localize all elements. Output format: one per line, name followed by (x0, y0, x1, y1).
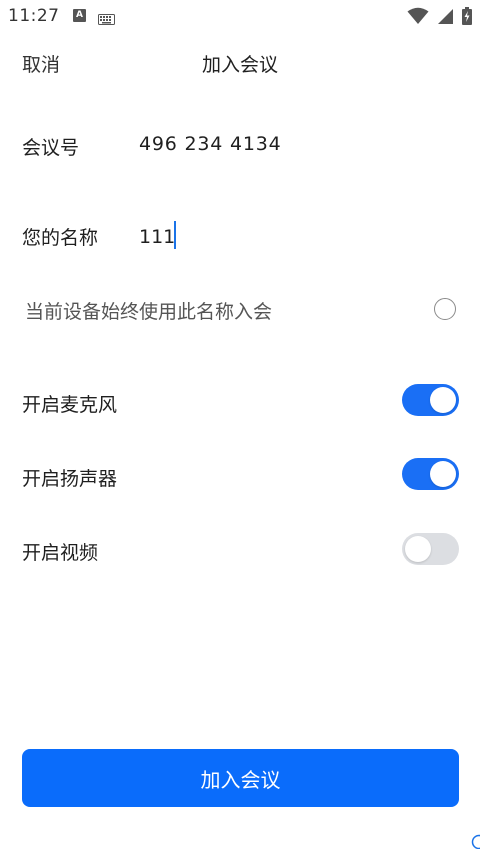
signal-icon (437, 8, 454, 29)
meeting-id-value: 496 234 4134 (139, 133, 282, 155)
option-label-speaker: 开启扬声器 (22, 468, 118, 490)
speaker-toggle[interactable] (402, 458, 459, 490)
accessibility-icon (470, 833, 480, 849)
meeting-id-label: 会议号 (22, 137, 80, 159)
keyboard-icon (98, 10, 115, 29)
text-cursor (174, 221, 176, 249)
wifi-icon (407, 7, 429, 29)
battery-icon (462, 7, 472, 29)
header: 取消 加入会议 (0, 40, 480, 84)
status-time: 11:27 (8, 6, 60, 26)
video-toggle[interactable] (402, 533, 459, 565)
join-meeting-button[interactable]: 加入会议 (22, 749, 459, 807)
status-icons (407, 7, 472, 29)
microphone-toggle[interactable] (402, 384, 459, 416)
name-input[interactable] (139, 222, 459, 252)
status-bar: 11:27 A (0, 0, 480, 32)
toggle-knob (430, 387, 456, 413)
notification-icon: A (73, 9, 86, 22)
page-title: 加入会议 (201, 54, 278, 76)
option-label-video: 开启视频 (22, 542, 99, 564)
toggle-knob (405, 536, 431, 562)
name-label: 您的名称 (22, 227, 99, 249)
remember-name-radio[interactable] (434, 298, 456, 320)
option-label-microphone: 开启麦克风 (22, 394, 118, 416)
toggle-knob (430, 461, 456, 487)
remember-name-label: 当前设备始终使用此名称入会 (25, 301, 273, 323)
